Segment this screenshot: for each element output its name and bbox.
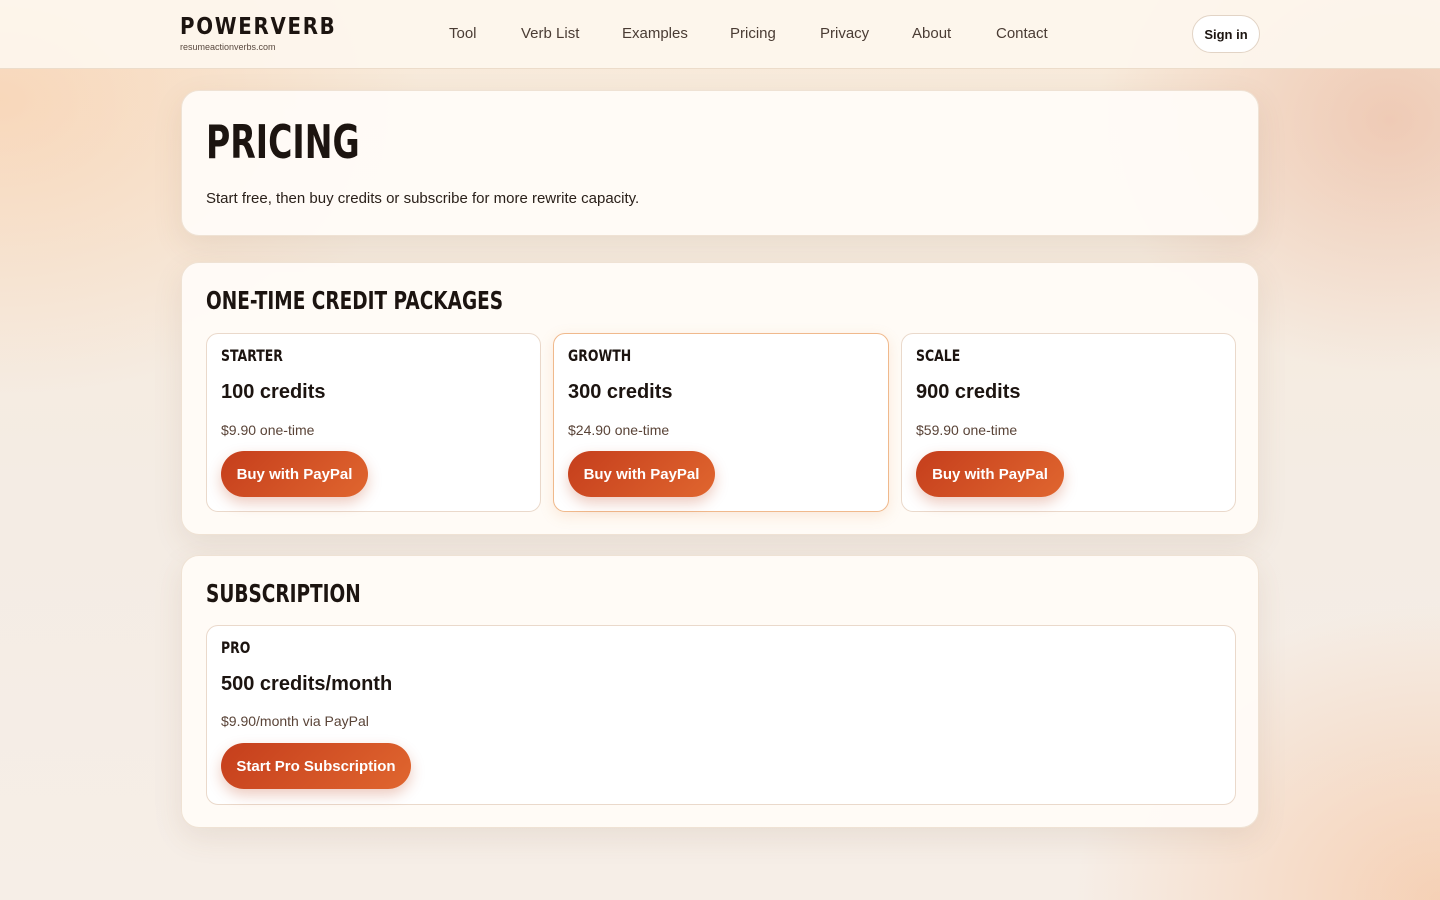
subscription-card: Subscription Pro 500 credits/month $9.90… — [181, 555, 1259, 828]
page-subtitle: Start free, then buy credits or subscrib… — [206, 190, 640, 207]
plan-card-pro: Pro 500 credits/month $9.90/month via Pa… — [206, 625, 1236, 805]
buy-growth-paypal-button[interactable]: Buy with PayPal — [568, 451, 715, 497]
page-title: Pricing — [206, 115, 360, 169]
nav-link-pricing[interactable]: Pricing — [730, 24, 776, 44]
plan-name: Growth — [568, 346, 632, 365]
top-navigation-bar: POWERVERB resumeactionverbs.com Tool Ver… — [0, 0, 1440, 69]
plan-card-starter: Starter 100 credits $9.90 one-time Buy w… — [206, 333, 541, 512]
pricing-hero-card: Pricing Start free, then buy credits or … — [181, 90, 1259, 236]
buy-scale-paypal-button[interactable]: Buy with PayPal — [916, 451, 1064, 497]
plan-name: Scale — [916, 346, 961, 365]
plan-credits: 900 credits — [916, 381, 1021, 403]
brand-domain: resumeactionverbs.com — [180, 42, 276, 52]
credit-packages-card: One-time credit packages Starter 100 cre… — [181, 262, 1259, 535]
section-title-subscription: Subscription — [206, 579, 361, 608]
nav-link-verb-list[interactable]: Verb List — [521, 24, 579, 44]
plan-credits: 300 credits — [568, 381, 673, 403]
start-pro-subscription-button[interactable]: Start Pro Subscription — [221, 743, 411, 789]
buy-starter-paypal-button[interactable]: Buy with PayPal — [221, 451, 368, 497]
nav-link-about[interactable]: About — [912, 24, 951, 44]
plan-price: $24.90 one-time — [568, 422, 670, 438]
brand-name: POWERVERB — [180, 14, 337, 40]
nav-link-privacy[interactable]: Privacy — [820, 24, 869, 44]
plan-name: Pro — [221, 638, 251, 657]
plan-price: $9.90/month via PayPal — [221, 713, 369, 729]
sign-in-button[interactable]: Sign in — [1192, 15, 1260, 53]
nav-link-tool[interactable]: Tool — [449, 24, 477, 44]
plan-card-growth: Growth 300 credits $24.90 one-time Buy w… — [553, 333, 889, 512]
nav-link-examples[interactable]: Examples — [622, 24, 688, 44]
plan-credits: 500 credits/month — [221, 673, 393, 695]
brand-logo[interactable]: POWERVERB resumeactionverbs.com — [180, 14, 362, 53]
plan-price: $9.90 one-time — [221, 422, 315, 438]
plan-credits: 100 credits — [221, 381, 326, 403]
plan-card-scale: Scale 900 credits $59.90 one-time Buy wi… — [901, 333, 1236, 512]
section-title-packages: One-time credit packages — [206, 286, 504, 315]
nav-link-contact[interactable]: Contact — [996, 24, 1048, 44]
plan-price: $59.90 one-time — [916, 422, 1018, 438]
plan-name: Starter — [221, 346, 283, 365]
